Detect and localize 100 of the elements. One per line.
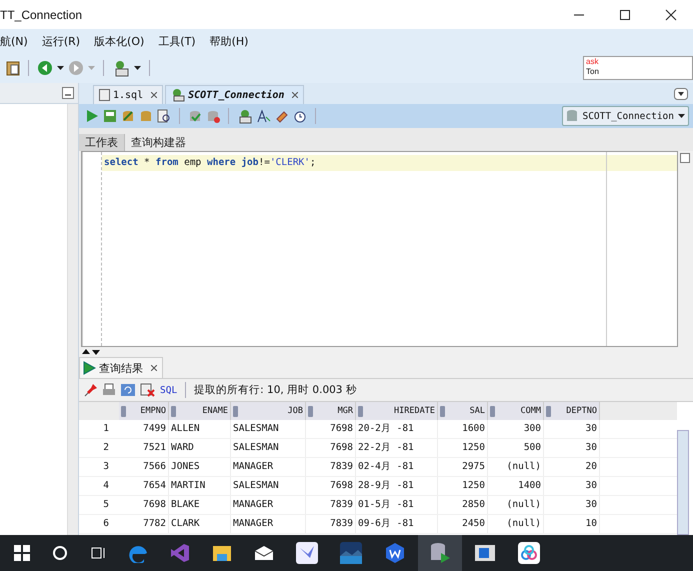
table-cell: MARTIN <box>169 477 231 495</box>
table-cell: 02-4月 -81 <box>356 458 438 476</box>
column-header[interactable]: SAL <box>438 402 488 420</box>
table-cell: 500 <box>488 439 544 457</box>
column-header[interactable]: EMPNO <box>119 402 169 420</box>
table-cell: JONES <box>169 458 231 476</box>
menu-item[interactable]: 工具(T) <box>158 34 196 48</box>
sql-connection-icon <box>171 88 186 102</box>
document-tab[interactable]: 1.sql <box>93 85 164 104</box>
visual-studio-icon[interactable] <box>170 543 190 563</box>
column-header[interactable]: HIREDATE <box>356 402 438 420</box>
caret-icon[interactable] <box>134 66 141 70</box>
rollback-icon[interactable] <box>206 109 220 123</box>
column-header[interactable]: DEPTNO <box>544 402 600 420</box>
table-cell: BLAKE <box>169 496 231 514</box>
table-cell: 2975 <box>438 458 488 476</box>
menu-item[interactable]: 帮助(H) <box>210 34 248 48</box>
table-cell: (null) <box>488 458 544 476</box>
fetch-status: 提取的所有行: 10, 用时 0.003 秒 <box>194 383 357 397</box>
table-cell: (null) <box>488 496 544 514</box>
table-cell: ALLEN <box>169 420 231 438</box>
checkbox-icon[interactable] <box>680 153 690 163</box>
database-app-icon <box>429 542 451 564</box>
dropdown-icon[interactable] <box>674 88 688 100</box>
font-case-icon[interactable] <box>257 109 271 123</box>
cloud-app-icon[interactable] <box>518 542 540 564</box>
history-icon[interactable] <box>293 109 307 123</box>
pin-icon[interactable] <box>84 383 98 397</box>
caret-icon[interactable] <box>57 66 64 70</box>
windows-start-icon[interactable] <box>14 545 30 561</box>
table-cell: 01-5月 -81 <box>356 496 438 514</box>
table-cell: MANAGER <box>231 458 306 476</box>
eraser-icon[interactable] <box>275 109 289 123</box>
window-title: TT_Connection <box>0 8 82 22</box>
table-cell: 1600 <box>438 420 488 438</box>
results-tab[interactable]: 查询结果 <box>79 357 163 378</box>
table-cell: 1250 <box>438 439 488 457</box>
column-header[interactable]: JOB <box>231 402 306 420</box>
table-cell: 7521 <box>119 439 169 457</box>
table-cell: 7839 <box>306 458 356 476</box>
script-icon[interactable] <box>103 109 117 123</box>
table-cell: 7698 <box>306 420 356 438</box>
scrollbar[interactable] <box>677 430 689 535</box>
maximize-icon[interactable] <box>619 8 631 20</box>
column-header[interactable]: ENAME <box>169 402 231 420</box>
table-cell: 22-2月 -81 <box>356 439 438 457</box>
table-cell: 30 <box>544 496 600 514</box>
table-cell: 30 <box>544 477 600 495</box>
table-cell: MANAGER <box>231 496 306 514</box>
table-cell: 7566 <box>119 458 169 476</box>
sql-link[interactable]: SQL <box>160 384 178 396</box>
search-icon[interactable] <box>52 545 68 561</box>
sql-tuning-icon[interactable] <box>237 108 253 124</box>
column-header[interactable]: MGR <box>306 402 356 420</box>
window-app-icon[interactable] <box>474 544 496 562</box>
task-view-icon[interactable] <box>90 545 106 561</box>
close-icon[interactable] <box>292 92 298 98</box>
close-icon[interactable] <box>151 365 157 371</box>
table-cell: 30 <box>544 439 600 457</box>
editor-tab[interactable]: 工作表 <box>79 134 125 151</box>
table-cell: 2450 <box>438 515 488 533</box>
table-cell: 1400 <box>488 477 544 495</box>
table-cell: 10 <box>544 515 600 533</box>
folder-icon[interactable] <box>212 544 232 562</box>
run-icon <box>82 361 96 375</box>
editor-tab[interactable]: 查询构建器 <box>125 134 192 151</box>
close-icon[interactable] <box>665 8 677 20</box>
office-app-icon[interactable] <box>384 542 406 564</box>
table-cell: 28-9月 -81 <box>356 477 438 495</box>
document-tab[interactable]: SCOTT_Connection <box>165 85 304 104</box>
document-search-icon[interactable] <box>157 109 171 123</box>
table-cell: 20-2月 -81 <box>356 420 438 438</box>
refresh-icon[interactable] <box>120 383 136 397</box>
connection-dropdown[interactable]: SCOTT_Connection <box>562 106 689 126</box>
delete-table-icon[interactable] <box>140 383 156 397</box>
column-header[interactable]: COMM <box>488 402 544 420</box>
print-icon[interactable] <box>102 383 116 397</box>
browser-icon[interactable] <box>128 543 148 563</box>
table-cell: 7698 <box>306 477 356 495</box>
mail-icon[interactable] <box>254 545 274 561</box>
memory-label: ask <box>586 57 600 67</box>
table-cell: (null) <box>488 515 544 533</box>
table-cell: 7698 <box>306 439 356 457</box>
bird-app-icon[interactable] <box>296 542 318 564</box>
menu-item[interactable]: 航(N) <box>0 34 28 48</box>
minimize-icon[interactable] <box>62 87 74 99</box>
table-cell: CLARK <box>169 515 231 533</box>
splitter-arrows-icon[interactable] <box>81 348 101 354</box>
close-icon[interactable] <box>151 92 158 98</box>
menu-item[interactable]: 运行(R) <box>42 34 80 48</box>
taskbar-item[interactable] <box>418 535 462 571</box>
scrollbar[interactable] <box>67 104 78 535</box>
menu-item[interactable]: 版本化(O) <box>94 34 144 48</box>
table-cell: 7499 <box>119 420 169 438</box>
clipboard-icon[interactable] <box>6 60 20 76</box>
back-icon[interactable] <box>37 60 53 76</box>
database-icon[interactable] <box>121 109 135 123</box>
table-cell: SALESMAN <box>231 420 306 438</box>
table-cell: WARD <box>169 439 231 457</box>
sql-editor[interactable]: select * from emp where job!='CLERK'; <box>81 151 678 347</box>
